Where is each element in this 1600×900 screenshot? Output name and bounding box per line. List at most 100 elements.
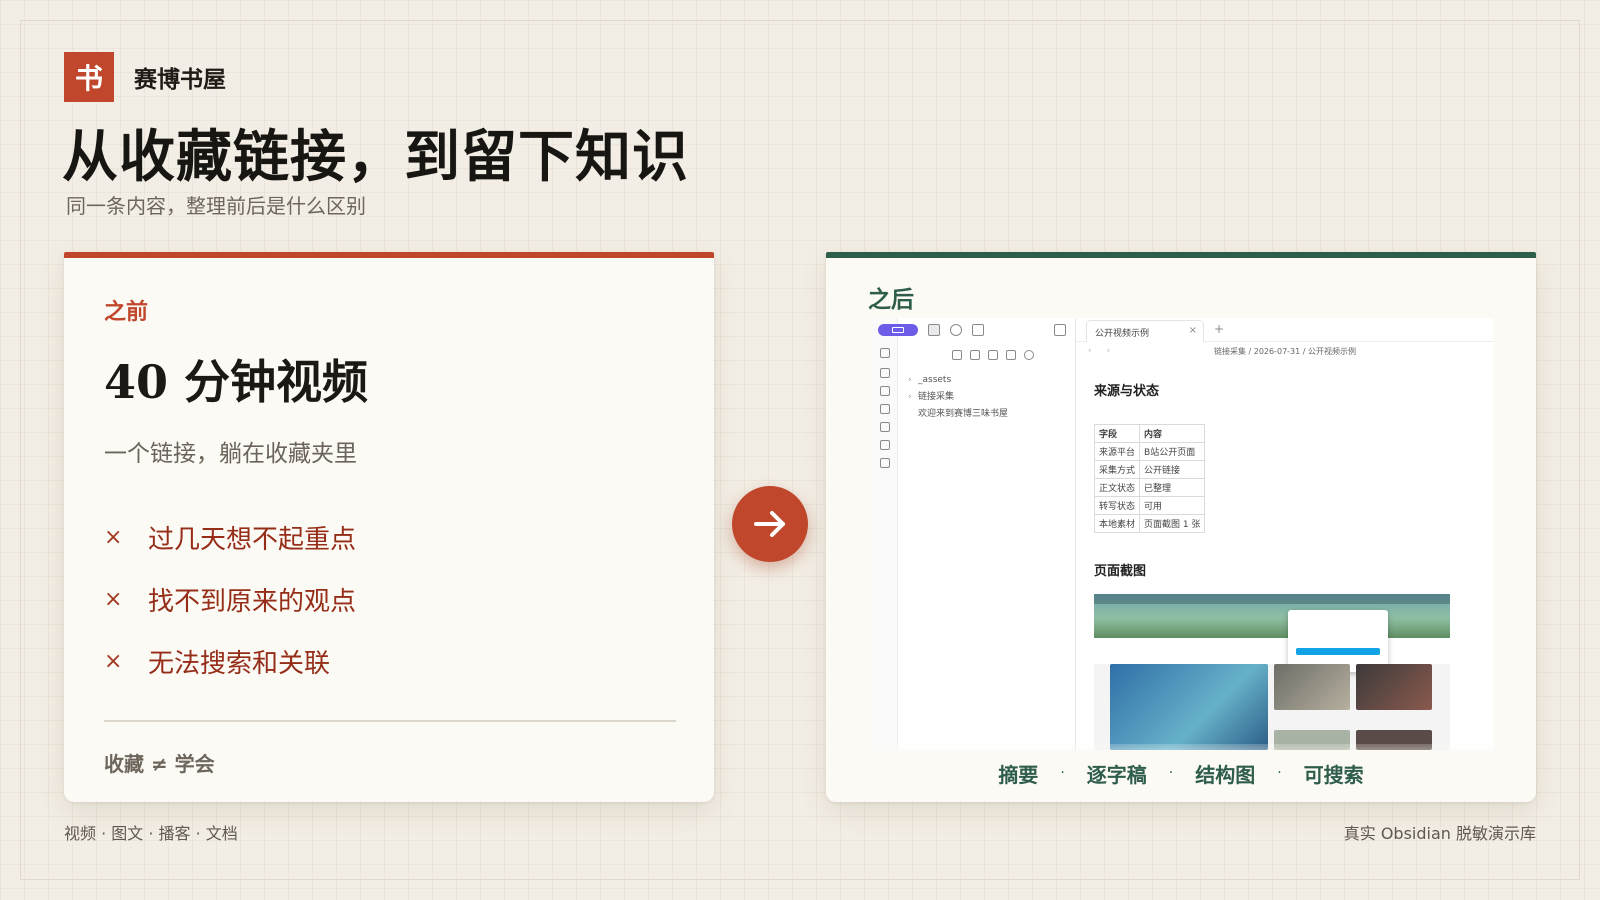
copy-icon[interactable] [880, 422, 890, 432]
list-icon[interactable] [880, 458, 890, 468]
editor-pane: 公开视频示例 × + ‹ › 链接采集 / 2026-07-31 / 公开视频示… [1076, 318, 1494, 750]
table-row: 本地素材 页面截图 1 张 [1093, 514, 1206, 533]
table-cell: 内容 [1139, 424, 1206, 443]
ribbon [872, 318, 898, 750]
table-row: 正文状态 已整理 [1093, 478, 1206, 497]
bookmark-icon[interactable] [972, 324, 984, 336]
before-card: 之前 40 分钟视频 一个链接，躺在收藏夹里 × 过几天想不起重点 × 找不到原… [64, 252, 714, 802]
calendar-icon[interactable] [880, 404, 890, 414]
table-row: 字段 内容 [1093, 424, 1206, 443]
table-cell: 字段 [1093, 424, 1141, 443]
tree-item-label: 链接采集 [918, 392, 955, 402]
metadata-table: 字段 内容 来源平台 B站公开页面 采集方式 公开链接 正文状态 已整理 转写状态 可用 … [1093, 424, 1206, 533]
cross-icon: × [104, 586, 123, 612]
tree-item-label: 欢迎来到赛博三味书屋 [918, 409, 1009, 419]
brand-logo: 书 [64, 52, 114, 102]
feature-list: 摘要 · 逐字稿 · 结构图 · 可搜索 [826, 744, 1536, 802]
tab-active-note[interactable]: 公开视频示例 × [1086, 320, 1204, 342]
pain-point-text: 过几天想不起重点 [148, 524, 357, 555]
pain-point: × 找不到原来的观点 [104, 568, 356, 630]
tree-folder-assets[interactable]: › _assets [908, 372, 1008, 389]
vault-icon [892, 327, 904, 333]
footer-right: 真实 Obsidian 脱敏演示库 [1343, 824, 1536, 843]
divider [104, 720, 676, 722]
after-card: 之后 › _assets › 链接采集 欢迎来到赛博三味书屋 公开视频示例 × … [826, 252, 1536, 802]
terminal-icon[interactable] [880, 440, 890, 450]
explorer-tools [944, 350, 1034, 360]
file-icon[interactable] [880, 348, 890, 358]
separator: · [1168, 765, 1174, 781]
footer-left: 视频 · 图文 · 播客 · 文档 [64, 824, 238, 843]
table-cell: 公开链接 [1139, 460, 1206, 479]
feature-summary: 摘要 [998, 762, 1039, 787]
pain-point-text: 无法搜索和关联 [148, 648, 331, 679]
close-icon[interactable]: × [1189, 325, 1197, 336]
tree-file-welcome[interactable]: 欢迎来到赛博三味书屋 [908, 406, 1008, 423]
before-description: 一个链接，躺在收藏夹里 [104, 441, 357, 467]
table-cell: 转写状态 [1093, 496, 1141, 515]
tree-folder-links[interactable]: › 链接采集 [908, 389, 1008, 406]
table-row: 转写状态 可用 [1093, 496, 1206, 515]
arrow-right-icon [754, 511, 785, 537]
collapse-icon[interactable] [1006, 350, 1016, 360]
screenshot-login-popup [1288, 610, 1388, 672]
screenshot-popup-button [1296, 648, 1380, 655]
before-headline: 40 分钟视频 [104, 355, 369, 409]
table-cell: 已整理 [1139, 478, 1206, 497]
sidebar-toggle-icon[interactable] [1054, 324, 1066, 336]
table-cell: 来源平台 [1093, 442, 1141, 461]
cross-icon: × [104, 648, 123, 674]
page-subtitle: 同一条内容，整理前后是什么区别 [66, 194, 366, 218]
pain-point-text: 找不到原来的观点 [148, 586, 357, 617]
graph-icon[interactable] [880, 368, 890, 378]
page-screenshot-image [1094, 594, 1450, 750]
feature-transcript: 逐字稿 [1086, 762, 1147, 787]
search-icon[interactable] [950, 324, 962, 336]
folder-icon[interactable] [928, 324, 940, 336]
new-tab-button[interactable]: + [1214, 322, 1224, 336]
screenshot-category-bar [1094, 638, 1450, 664]
separator: · [1060, 765, 1065, 781]
file-explorer-pane: › _assets › 链接采集 欢迎来到赛博三味书屋 [872, 318, 1076, 750]
brand: 书 赛博书屋 [64, 52, 226, 102]
before-label: 之前 [104, 300, 149, 325]
before-footnote: 收藏 ≠ 学会 [104, 752, 215, 776]
table-cell: 本地素材 [1093, 514, 1141, 533]
file-tree: › _assets › 链接采集 欢迎来到赛博三味书屋 [908, 372, 1008, 423]
table-cell: 页面截图 1 张 [1139, 514, 1206, 533]
pain-point-list: × 过几天想不起重点 × 找不到原来的观点 × 无法搜索和关联 [104, 506, 356, 692]
table-cell: 正文状态 [1093, 478, 1141, 497]
separator: · [1277, 765, 1282, 781]
chevron-right-icon: › [908, 392, 912, 402]
section-heading: 页面截图 [1094, 564, 1147, 579]
feature-diagram: 结构图 [1195, 762, 1256, 787]
obsidian-window: › _assets › 链接采集 欢迎来到赛博三味书屋 公开视频示例 × + ‹ ›… [872, 318, 1494, 750]
sort-icon[interactable] [988, 350, 998, 360]
new-folder-icon[interactable] [970, 350, 980, 360]
screenshot-thumbnail [1356, 664, 1432, 710]
table-cell: B站公开页面 [1139, 442, 1206, 461]
arrow-right-button[interactable] [732, 486, 808, 562]
cross-icon: × [104, 524, 123, 550]
screenshot-thumbnail [1274, 664, 1350, 710]
page-title: 从收藏链接，到留下知识 [62, 124, 689, 190]
vault-switcher-button[interactable] [878, 324, 918, 336]
feature-searchable: 可搜索 [1303, 762, 1364, 787]
table-row: 来源平台 B站公开页面 [1093, 442, 1206, 461]
table-cell: 采集方式 [1093, 460, 1141, 479]
pain-point: × 无法搜索和关联 [104, 630, 356, 692]
sidebar-toolbar [878, 324, 1066, 336]
breadcrumb: 链接采集 / 2026-07-31 / 公开视频示例 [1213, 347, 1357, 356]
pain-point: × 过几天想不起重点 [104, 506, 356, 568]
table-cell: 可用 [1139, 496, 1206, 515]
after-label: 之后 [868, 287, 914, 313]
grid-icon[interactable] [880, 386, 890, 396]
new-note-icon[interactable] [952, 350, 962, 360]
screenshot-thumbnail [1110, 664, 1268, 750]
screenshot-nav [1094, 594, 1450, 604]
tab-bar: 公开视频示例 × + [1076, 318, 1494, 342]
tree-item-label: _assets [918, 375, 952, 385]
brand-name: 赛博书屋 [134, 67, 226, 93]
expand-icon[interactable] [1024, 350, 1034, 360]
chevron-right-icon: › [908, 375, 912, 385]
